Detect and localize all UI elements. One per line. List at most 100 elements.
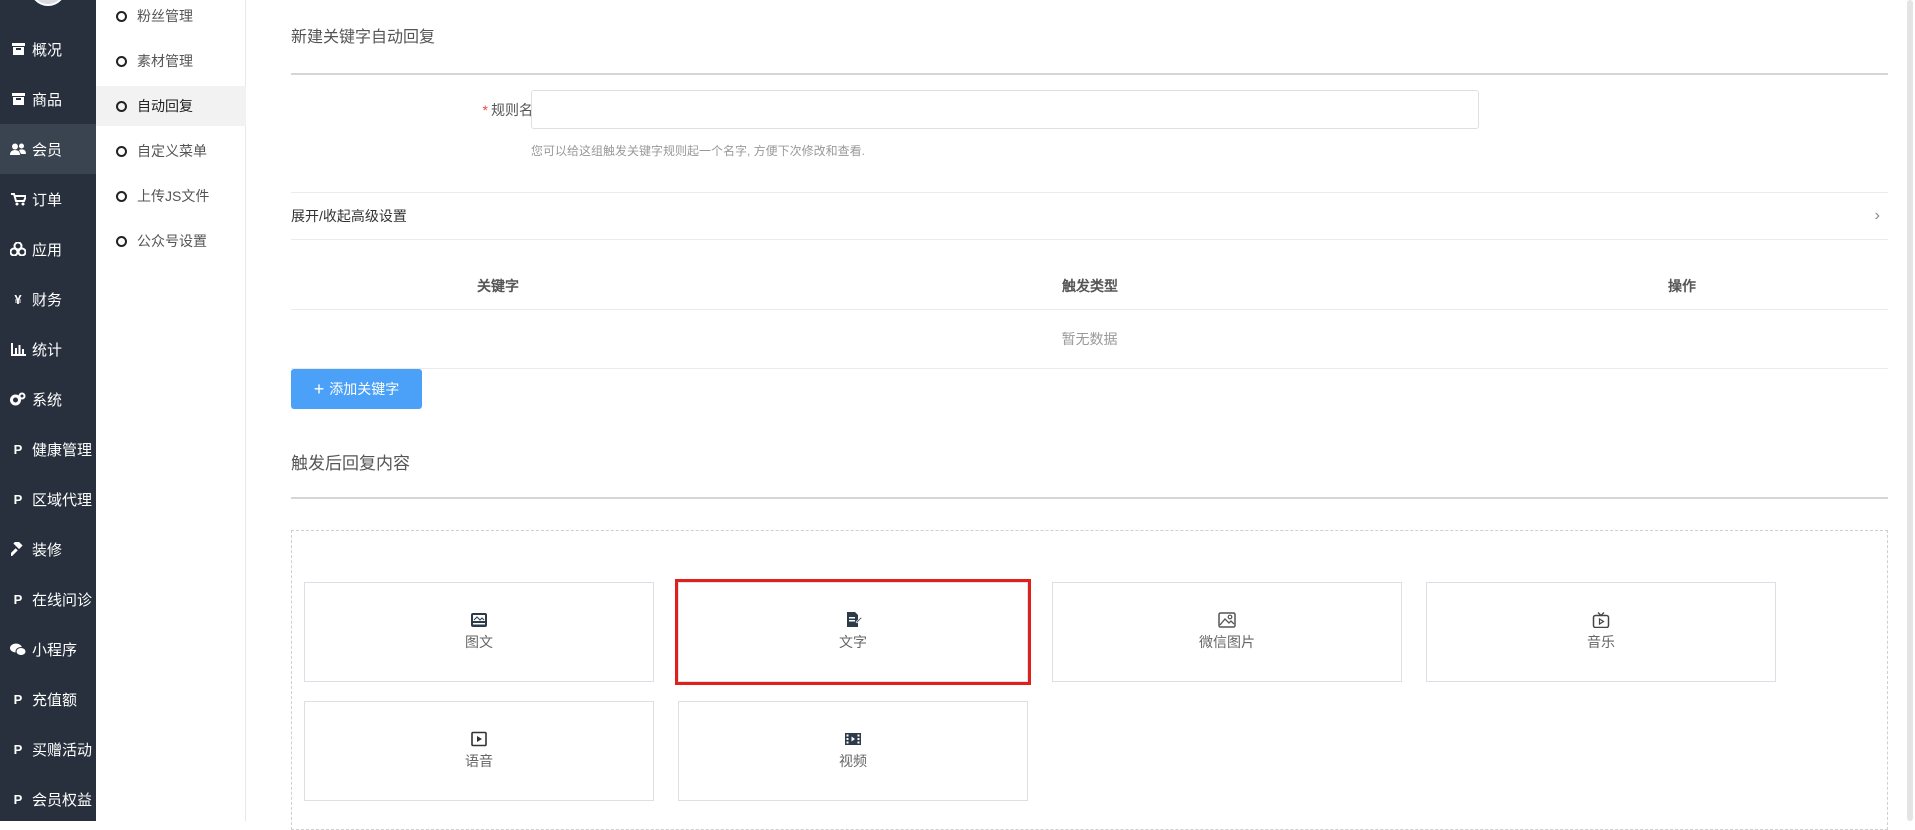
nav-item-recharge[interactable]: P 充值额	[0, 674, 96, 724]
divider	[291, 497, 1888, 499]
cubes-icon	[10, 241, 26, 257]
wechat-icon	[10, 641, 26, 657]
rule-name-input[interactable]	[531, 90, 1479, 129]
reply-type-label: 图文	[465, 634, 493, 650]
page-scrollbar[interactable]	[1905, 0, 1915, 821]
nav-item-online-consult[interactable]: P 在线问诊	[0, 574, 96, 624]
nav-item-label: 系统	[32, 391, 63, 409]
bar-chart-icon	[10, 341, 26, 357]
column-header-keyword: 关键字	[477, 278, 519, 294]
nav-item-label: 充值额	[32, 691, 78, 709]
circle-icon	[116, 100, 127, 112]
advanced-settings-label: 展开/收起高级设置	[291, 208, 407, 224]
submenu-item-materials[interactable]: 素材管理	[96, 41, 246, 81]
submenu-item-fans[interactable]: 粉丝管理	[96, 0, 246, 36]
nav-item-label: 小程序	[32, 641, 78, 659]
nav-item-overview[interactable]: 概况	[0, 24, 96, 74]
submenu-item-label: 自动回复	[137, 98, 193, 114]
nav-item-label: 财务	[32, 291, 63, 309]
page-title: 新建关键字自动回复	[291, 29, 436, 46]
reply-type-wechat-image[interactable]: 微信图片	[1052, 582, 1402, 682]
nav-item-label: 在线问诊	[32, 591, 93, 609]
main-content: 新建关键字自动回复 * 规则名称 您可以给这组触发关键字规则起一个名字, 方便下次…	[247, 0, 1915, 830]
nav-item-orders[interactable]: 订单	[0, 174, 96, 224]
submenu-item-upload-js[interactable]: 上传JS文件	[96, 176, 246, 216]
nav-item-label: 区域代理	[32, 491, 93, 509]
reply-type-image-text[interactable]: 图文	[304, 582, 654, 682]
chevron-right-icon: ›	[1874, 207, 1880, 224]
users-icon	[10, 141, 26, 157]
nav-item-region-agent[interactable]: P 区域代理	[0, 474, 96, 524]
submenu-item-account-settings[interactable]: 公众号设置	[96, 221, 246, 261]
document-edit-icon	[844, 612, 863, 628]
reply-type-label: 语音	[465, 753, 493, 769]
film-icon	[844, 731, 862, 747]
submenu-item-label: 公众号设置	[137, 233, 207, 249]
circle-icon	[116, 190, 127, 202]
reply-type-label: 文字	[839, 634, 867, 650]
paypal-icon: P	[13, 741, 23, 757]
nav-item-health[interactable]: P 健康管理	[0, 424, 96, 474]
box-icon	[10, 91, 26, 107]
reply-section-title: 触发后回复内容	[291, 454, 410, 473]
reply-type-label: 视频	[839, 753, 867, 769]
nav-item-gift-promo[interactable]: P 买赠活动	[0, 724, 96, 774]
reply-type-container: 图文 文字 微信图片 音乐 语音 视频	[291, 530, 1888, 830]
paypal-icon: P	[13, 791, 23, 807]
yen-icon: ¥	[14, 291, 22, 307]
submenu-item-auto-reply[interactable]: 自动回复	[96, 86, 246, 126]
submenu-item-label: 自定义菜单	[137, 143, 207, 159]
nav-item-system[interactable]: 系统	[0, 374, 96, 424]
circle-icon	[116, 55, 127, 67]
image-text-icon	[470, 612, 488, 628]
advanced-settings-toggle[interactable]: 展开/收起高级设置 ›	[291, 192, 1888, 240]
box-icon	[10, 41, 26, 57]
nav-item-goods[interactable]: 商品	[0, 74, 96, 124]
divider	[291, 73, 1888, 75]
add-keyword-button[interactable]: + 添加关键字	[291, 369, 422, 409]
reply-type-video[interactable]: 视频	[678, 701, 1028, 801]
submenu-item-label: 粉丝管理	[137, 8, 193, 24]
add-keyword-label: 添加关键字	[329, 381, 400, 397]
submenu-item-label: 上传JS文件	[137, 188, 210, 204]
nav-item-label: 应用	[32, 241, 63, 259]
nav-item-finance[interactable]: ¥ 财务	[0, 274, 96, 324]
nav-item-miniprogram[interactable]: 小程序	[0, 624, 96, 674]
main-sidebar: 概况 商品 会员 订单 应用 ¥ 财务 统计 系统 P 健康管理 P 区域代理 …	[0, 0, 96, 821]
hammer-icon	[10, 541, 26, 557]
paypal-icon: P	[13, 691, 23, 707]
nav-item-label: 商品	[32, 91, 63, 109]
nav-item-apps[interactable]: 应用	[0, 224, 96, 274]
nav-item-label: 会员	[32, 141, 63, 159]
reply-type-voice[interactable]: 语音	[304, 701, 654, 801]
reply-type-music[interactable]: 音乐	[1426, 582, 1776, 682]
music-tv-icon	[1592, 612, 1610, 629]
cart-icon	[10, 191, 26, 207]
required-mark: *	[482, 102, 488, 118]
reply-type-label: 微信图片	[1199, 634, 1255, 650]
column-header-trigger-type: 触发类型	[1062, 278, 1118, 294]
circle-icon	[116, 145, 127, 157]
secondary-menu: 粉丝管理 素材管理 自动回复 自定义菜单 上传JS文件 公众号设置	[96, 0, 246, 821]
gears-icon	[10, 391, 26, 407]
reply-type-text[interactable]: 文字	[675, 579, 1031, 685]
nav-item-stats[interactable]: 统计	[0, 324, 96, 374]
nav-item-label: 健康管理	[32, 441, 93, 459]
nav-item-member-benefits[interactable]: P 会员权益	[0, 774, 96, 824]
rule-name-hint: 您可以给这组触发关键字规则起一个名字, 方便下次修改和查看.	[531, 144, 866, 158]
play-icon	[470, 731, 488, 747]
nav-item-member[interactable]: 会员	[0, 124, 96, 174]
table-empty-state: 暂无数据	[291, 309, 1888, 369]
plus-icon: +	[313, 379, 325, 399]
nav-item-label: 买赠活动	[32, 741, 93, 759]
avatar[interactable]	[30, 0, 66, 6]
submenu-item-custom-menu[interactable]: 自定义菜单	[96, 131, 246, 171]
nav-item-label: 订单	[32, 191, 63, 209]
nav-item-decoration[interactable]: 装修	[0, 524, 96, 574]
nav-item-label: 装修	[32, 541, 63, 559]
nav-item-label: 概况	[32, 41, 63, 59]
paypal-icon: P	[13, 441, 23, 457]
paypal-icon: P	[13, 491, 23, 507]
picture-icon	[1218, 612, 1236, 628]
reply-type-label: 音乐	[1587, 634, 1615, 650]
